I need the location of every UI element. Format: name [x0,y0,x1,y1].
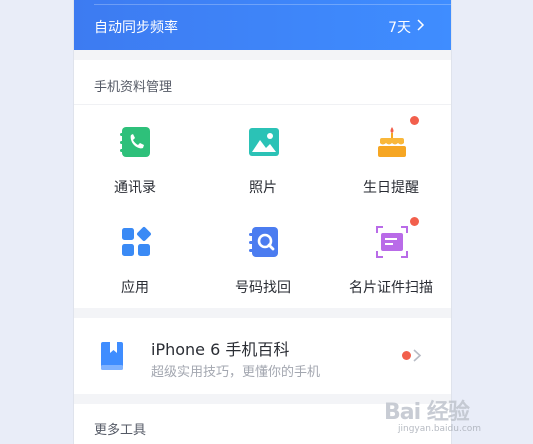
phone-screen: 自动同步频率 7天 手机资料管理 通讯录 照片 生日提醒 应用 号码找回 名片证… [73,0,452,444]
tile-apps[interactable]: 应用 [80,225,190,315]
tile-label: 生日提醒 [363,180,419,196]
tile-label: 通讯录 [114,180,156,196]
tile-number-recovery[interactable]: 号码找回 [208,225,318,315]
divider [94,4,451,5]
phone-data-management-section: 手机资料管理 通讯录 照片 生日提醒 应用 号码找回 名片证件扫描 [74,60,451,308]
tile-photos[interactable]: 照片 [208,125,318,215]
iphone-encyclopedia-title: iPhone 6 手机百科 [151,340,290,359]
contacts-icon [120,127,150,157]
sync-frequency-value: 7天 [388,20,411,36]
tile-label: 应用 [121,280,149,296]
number-recovery-icon [249,227,278,257]
tile-label: 名片证件扫描 [349,280,433,296]
tile-card-scan[interactable]: 名片证件扫描 [336,217,446,315]
section-title: 手机资料管理 [94,80,173,95]
notification-badge [410,116,419,125]
tile-contacts[interactable]: 通讯录 [80,125,190,215]
notification-badge [410,217,419,226]
apps-icon [122,227,151,256]
baidu-jingyan-watermark: Bai 经验 jingyan.baidu.com [378,388,528,442]
divider [74,104,451,105]
sync-frequency-row[interactable]: 自动同步频率 7天 [74,0,451,50]
tile-label: 照片 [249,180,277,196]
iphone-encyclopedia-row[interactable]: iPhone 6 手机百科 超级实用技巧，更懂你的手机 [74,318,451,394]
card-scan-icon [376,226,408,258]
sync-frequency-label: 自动同步频率 [94,20,178,36]
section-title: 更多工具 [94,423,147,438]
tile-label: 号码找回 [235,280,291,296]
tile-birthday-reminder[interactable]: 生日提醒 [336,116,446,215]
notification-badge [402,351,411,360]
watermark-text: Bai 经验 [384,400,470,425]
book-icon [101,342,123,370]
chevron-right-icon [413,349,422,362]
watermark-url: jingyan.baidu.com [398,424,482,434]
photos-icon [249,128,279,156]
chevron-right-icon [417,19,425,31]
birthday-cake-icon [378,127,406,157]
iphone-encyclopedia-subtitle: 超级实用技巧，更懂你的手机 [151,365,321,380]
